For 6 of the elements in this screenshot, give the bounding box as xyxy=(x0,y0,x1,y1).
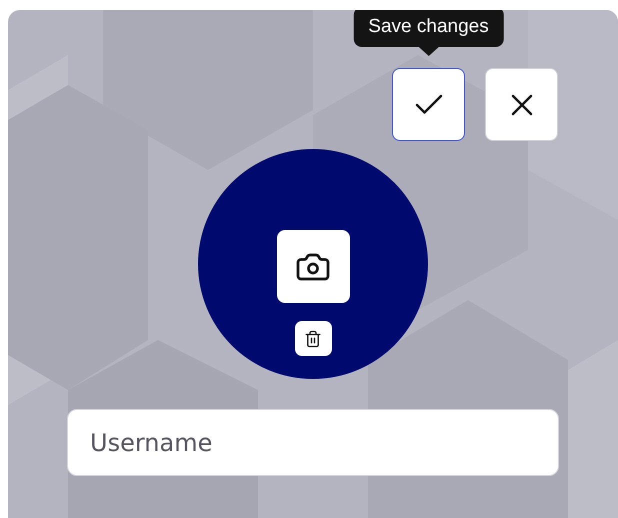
trash-icon xyxy=(304,330,322,348)
username-field[interactable]: Username xyxy=(67,409,559,476)
camera-button[interactable] xyxy=(276,230,350,303)
tooltip-pointer-icon xyxy=(418,47,438,56)
cancel-button[interactable] xyxy=(485,68,558,141)
delete-button[interactable] xyxy=(294,321,332,356)
